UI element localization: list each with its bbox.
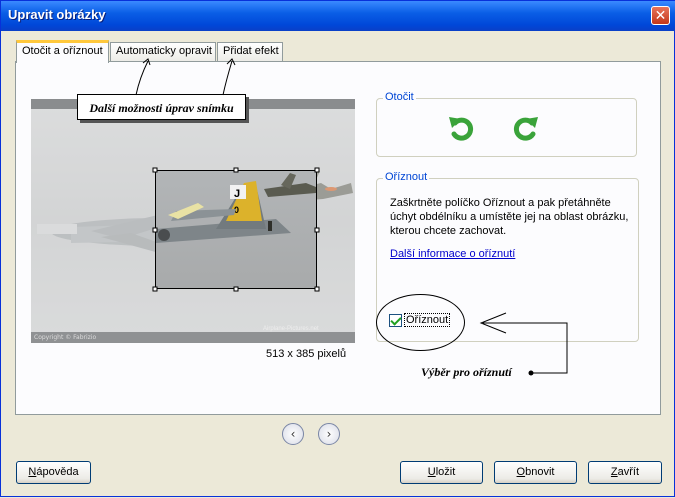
arrow-right-icon: › — [326, 427, 332, 441]
next-image-button[interactable]: › — [318, 423, 340, 445]
close-icon: ✕ — [654, 8, 667, 24]
tail-mark-letter: J — [234, 188, 240, 200]
arrow-left-icon: ‹ — [290, 427, 296, 441]
close-window-button[interactable]: ✕ — [651, 6, 670, 25]
close-label: avřít — [617, 466, 640, 478]
help-button[interactable]: Nápověda — [16, 461, 91, 484]
image-bottom-border: Copyright © Fabrizio — [31, 332, 355, 343]
crop-group-title: Oříznout — [383, 171, 430, 183]
tab-add-effect[interactable]: Přidat efekt — [217, 42, 283, 62]
crop-info-link[interactable]: Další informace o oříznutí — [390, 248, 515, 260]
crop-checkbox[interactable] — [389, 314, 402, 327]
rotate-group: Otočit — [376, 91, 637, 157]
rotate-group-title: Otočit — [383, 91, 416, 103]
save-button[interactable]: Uložit — [400, 461, 483, 484]
previous-image-button[interactable]: ‹ — [282, 423, 304, 445]
close-button[interactable]: Zavřít — [588, 461, 662, 484]
save-label: ložit — [435, 466, 456, 478]
rotate-left-icon[interactable] — [447, 113, 477, 143]
tabs-callout: Další možnosti úprav snímku — [77, 94, 246, 120]
tab-auto-fix[interactable]: Automaticky opravit — [110, 42, 216, 62]
close-mnemonic: Z — [610, 466, 618, 478]
help-label: ápověda — [36, 466, 79, 478]
rotate-right-icon[interactable] — [510, 113, 540, 143]
restore-label: bnovit — [525, 466, 555, 478]
title-bar[interactable]: Upravit obrázky ✕ — [1, 1, 675, 31]
restore-button[interactable]: Obnovit — [494, 461, 577, 484]
copyright-text: Copyright © Fabrizio — [34, 334, 97, 341]
crop-help-text: Zaškrtněte políčko Oříznout a pak přetáh… — [390, 197, 629, 237]
save-mnemonic: U — [427, 466, 436, 478]
crop-rectangle[interactable]: J 0 — [155, 170, 317, 289]
edit-pictures-dialog: Upravit obrázky ✕ Otočit a oříznout Auto… — [0, 0, 675, 497]
window-title: Upravit obrázky — [8, 7, 106, 22]
restore-mnemonic: O — [516, 466, 526, 478]
aircraft-crop-view: J 0 — [156, 173, 316, 243]
tab-label: Přidat efekt — [223, 45, 279, 57]
crop-selection-callout: Výběr pro oříznutí — [421, 365, 512, 379]
crop-checkbox-label[interactable]: Oříznout — [404, 313, 451, 327]
tab-rotate-crop[interactable]: Otočit a oříznout — [16, 40, 109, 63]
image-dimensions: 513 x 385 pixelů — [266, 348, 347, 360]
tab-label: Otočit a oříznout — [22, 45, 103, 57]
tab-label: Automaticky opravit — [116, 45, 212, 57]
